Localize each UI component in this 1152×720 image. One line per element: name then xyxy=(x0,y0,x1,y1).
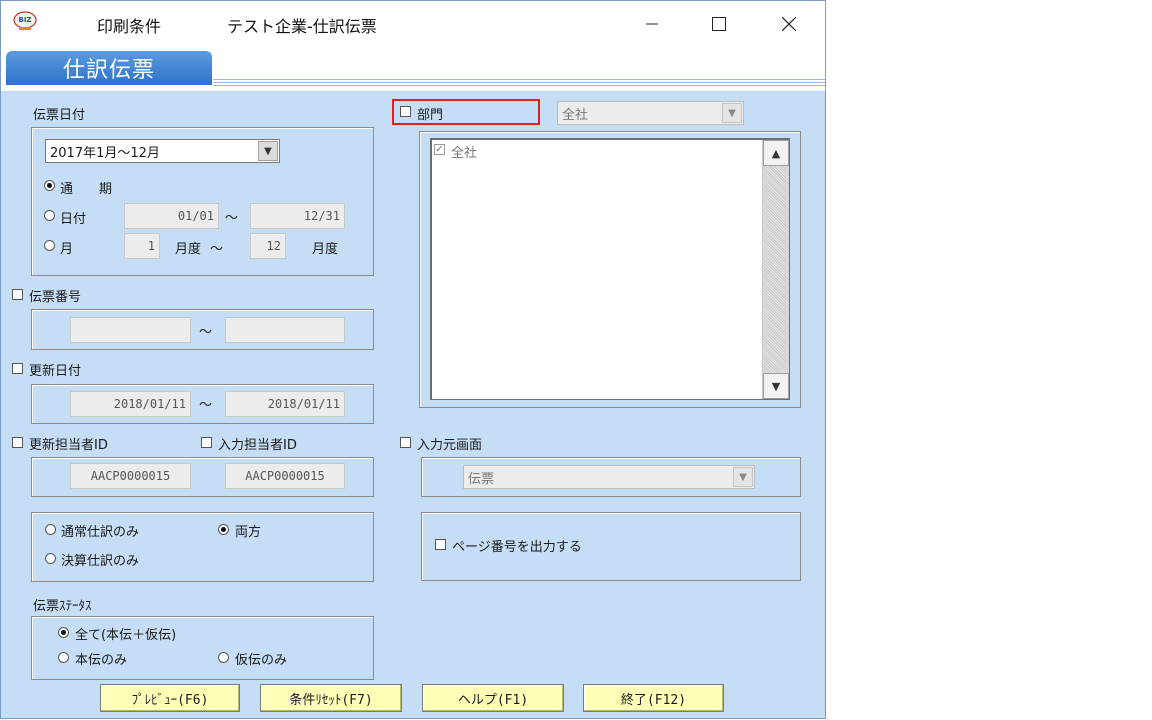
radio-full-period-label: 通 期 xyxy=(60,182,113,197)
source-screen-label: 入力元画面 xyxy=(417,438,483,453)
maximize-icon xyxy=(712,16,726,31)
help-button[interactable]: ヘルプ(F1) xyxy=(422,684,564,712)
update-date-to-field[interactable]: 2018/01/11 xyxy=(225,391,345,417)
month-from-unit: 月度 xyxy=(175,242,202,257)
radio-status-all-label: 全て(本伝＋仮伝) xyxy=(75,628,177,643)
updater-id-field[interactable]: AACP0000015 xyxy=(70,463,191,489)
update-date-label: 更新日付 xyxy=(29,364,82,379)
page-tab: 仕訳伝票 xyxy=(6,51,212,85)
slip-number-label: 伝票番号 xyxy=(29,290,82,305)
radio-normal-journal[interactable] xyxy=(45,524,56,535)
maximize-button[interactable] xyxy=(696,1,742,46)
radio-month-label: 月 xyxy=(60,242,74,257)
updater-id-label: 更新担当者ID xyxy=(29,438,108,453)
list-item-checkbox[interactable]: ✓ xyxy=(434,144,445,155)
minimize-button[interactable] xyxy=(629,1,675,46)
updater-id-checkbox[interactable] xyxy=(12,437,23,448)
radio-status-temp[interactable] xyxy=(218,652,229,663)
source-screen-select[interactable]: 伝票 ▼ xyxy=(463,465,755,489)
update-date-checkbox[interactable] xyxy=(12,363,23,374)
chevron-down-icon[interactable]: ▼ xyxy=(722,103,742,123)
page-number-label: ページ番号を出力する xyxy=(452,540,582,555)
date-to-field[interactable]: 12/31 xyxy=(250,203,345,229)
department-label: 部門 xyxy=(417,108,444,123)
svg-text:BIZ: BIZ xyxy=(18,16,31,24)
radio-normal-journal-label: 通常仕訳のみ xyxy=(61,525,140,540)
radio-both-journal-label: 両方 xyxy=(235,525,262,540)
slip-number-checkbox[interactable] xyxy=(12,289,23,300)
reset-conditions-button[interactable]: 条件ﾘｾｯﾄ(F7) xyxy=(260,684,402,712)
minimize-icon xyxy=(646,23,658,24)
radio-status-main[interactable] xyxy=(58,652,69,663)
document-title: テスト企業-仕訳伝票 xyxy=(227,17,377,36)
close-icon xyxy=(782,16,796,31)
slip-number-tilde: ～ xyxy=(199,325,213,340)
department-select[interactable]: 全社 ▼ xyxy=(557,101,744,125)
scroll-up-icon[interactable]: ▲ xyxy=(763,140,789,166)
inputter-id-field[interactable]: AACP0000015 xyxy=(225,463,345,489)
department-checkbox[interactable] xyxy=(400,106,411,117)
print-conditions-window: BIZ 印刷条件 テスト企業-仕訳伝票 仕訳伝票 伝票日付 2017年1月～12… xyxy=(0,0,826,719)
window-title: 印刷条件 xyxy=(97,17,162,36)
close-button[interactable] xyxy=(766,1,812,46)
month-to-unit: 月度 xyxy=(312,242,339,257)
slip-number-to-field[interactable] xyxy=(225,317,345,343)
source-screen-checkbox[interactable] xyxy=(400,437,411,448)
app-logo-icon: BIZ xyxy=(13,11,37,31)
chevron-down-icon[interactable]: ▼ xyxy=(258,141,278,161)
slip-date-title: 伝票日付 xyxy=(33,108,86,123)
period-select-value: 2017年1月～12月 xyxy=(50,145,160,161)
radio-closing-journal[interactable] xyxy=(45,553,56,564)
list-scrollbar[interactable]: ▲ ▼ xyxy=(762,140,789,399)
title-bar: BIZ 印刷条件 テスト企業-仕訳伝票 xyxy=(1,1,825,46)
scroll-down-icon[interactable]: ▼ xyxy=(763,373,789,399)
month-from-field[interactable]: 1 xyxy=(124,233,160,259)
radio-status-temp-label: 仮伝のみ xyxy=(235,653,288,668)
exit-button[interactable]: 終了(F12) xyxy=(583,684,724,712)
department-select-value: 全社 xyxy=(562,107,589,123)
inputter-id-label: 入力担当者ID xyxy=(218,438,297,453)
slip-number-from-field[interactable] xyxy=(70,317,191,343)
radio-full-period[interactable] xyxy=(44,180,55,191)
radio-status-all[interactable] xyxy=(58,627,69,638)
department-highlight-box xyxy=(392,99,540,125)
department-list[interactable]: ✓ 全社 ▲ ▼ xyxy=(430,138,790,400)
date-range-tilde: ～ xyxy=(225,211,239,226)
source-screen-select-value: 伝票 xyxy=(468,471,495,487)
preview-button[interactable]: ﾌﾟﾚﾋﾞｭｰ(F6) xyxy=(100,684,240,712)
month-range-tilde: ～ xyxy=(210,242,224,257)
chevron-down-icon[interactable]: ▼ xyxy=(733,467,753,487)
radio-date[interactable] xyxy=(44,210,55,221)
update-date-from-field[interactable]: 2018/01/11 xyxy=(70,391,191,417)
radio-closing-journal-label: 決算仕訳のみ xyxy=(61,554,140,569)
slip-status-title: 伝票ｽﾃｰﾀｽ xyxy=(33,599,92,614)
date-from-field[interactable]: 01/01 xyxy=(124,203,219,229)
list-item-label: 全社 xyxy=(451,146,478,161)
radio-status-main-label: 本伝のみ xyxy=(75,653,128,668)
page-number-checkbox[interactable] xyxy=(435,539,446,550)
update-date-tilde: ～ xyxy=(199,398,213,413)
radio-both-journal[interactable] xyxy=(218,524,229,535)
month-to-field[interactable]: 12 xyxy=(250,233,286,259)
period-select[interactable]: 2017年1月～12月 ▼ xyxy=(45,139,280,163)
inputter-id-checkbox[interactable] xyxy=(201,437,212,448)
radio-date-label: 日付 xyxy=(60,212,87,227)
radio-month[interactable] xyxy=(44,240,55,251)
